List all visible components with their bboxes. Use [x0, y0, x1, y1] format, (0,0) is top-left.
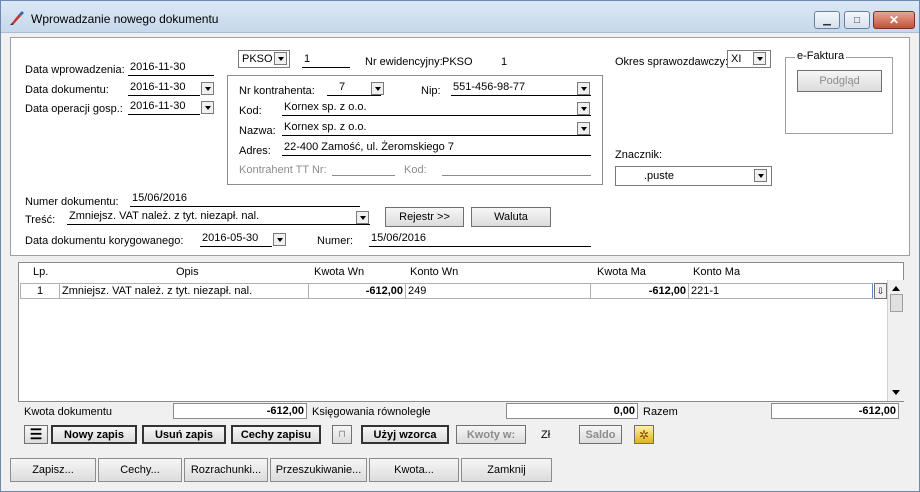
currency-label: Zł: [541, 429, 551, 441]
cell-edit-icon[interactable]: ⇩: [874, 283, 887, 299]
tt-kod-field[interactable]: [442, 161, 591, 176]
cechy-zapisu-button[interactable]: Cechy zapisu: [231, 425, 321, 444]
znacznik-select[interactable]: .puste: [615, 166, 772, 186]
close-button[interactable]: ✕: [873, 11, 915, 29]
data-korygowanego-label: Data dokumentu korygowanego:: [25, 235, 184, 247]
nr-kontrahenta-dropdown[interactable]: [371, 82, 384, 95]
nip-field[interactable]: 551-456-98-77: [451, 81, 591, 96]
podglad-button[interactable]: Podgląd: [797, 70, 882, 92]
tt-kod-label: Kod:: [404, 164, 427, 176]
cell-opis[interactable]: Zmniejsz. VAT należ. z tyt. niezapł. nal…: [60, 283, 309, 299]
kod-dropdown[interactable]: [577, 102, 590, 115]
column-lp: Lp.: [33, 266, 49, 278]
nazwa-field[interactable]: Kornex sp. z o.o.: [282, 121, 591, 136]
nip-dropdown[interactable]: [577, 82, 590, 95]
grid-scrollbar[interactable]: [887, 280, 904, 401]
cell-konto-wn[interactable]: 249: [406, 283, 591, 299]
razem-label: Razem: [643, 406, 678, 418]
column-opis: Opis: [176, 266, 199, 278]
saldo-button[interactable]: Saldo: [579, 425, 622, 444]
nr-kontrahenta-label: Nr kontrahenta:: [239, 85, 315, 97]
adres-label: Adres:: [239, 145, 271, 157]
rozrachunki-button[interactable]: Rozrachunki...: [184, 458, 268, 482]
razem-value: -612,00: [771, 403, 899, 419]
zapisz-button[interactable]: Zapisz...: [10, 458, 96, 482]
nr-ewidencyjny-value: 1: [501, 56, 508, 68]
data-operacji-label: Data operacji gosp.:: [25, 103, 123, 115]
data-dokumentu-dropdown[interactable]: [201, 82, 214, 95]
data-operacji-dropdown[interactable]: [201, 101, 214, 114]
tresc-dropdown[interactable]: [356, 211, 369, 224]
rejestr-number-field[interactable]: 1: [302, 53, 350, 68]
column-kwota-wn: Kwota Wn: [314, 266, 365, 278]
efaktura-label: e-Faktura: [795, 50, 847, 62]
okres-dropdown[interactable]: [753, 52, 766, 65]
data-wprowadzenia-label: Data wprowadzenia:: [25, 64, 125, 76]
uzyj-wzorca-button[interactable]: Użyj wzorca: [361, 425, 449, 444]
kwota-dokumentu-value: -612,00: [173, 403, 307, 419]
cell-kwota-wn[interactable]: -612,00: [309, 283, 406, 299]
numer-dokumentu-field[interactable]: 15/06/2016: [130, 192, 360, 207]
scroll-up-icon[interactable]: [892, 286, 900, 291]
numer-field[interactable]: 15/06/2016: [369, 232, 591, 247]
cechy-button[interactable]: Cechy...: [98, 458, 182, 482]
adres-field[interactable]: 22-400 Zamość, ul. Żeromskiego 7: [282, 141, 591, 156]
maximize-button[interactable]: □: [844, 11, 870, 29]
kwota-dokumentu-label: Kwota dokumentu: [24, 406, 113, 418]
app-icon: [10, 11, 24, 25]
rejestr-dropdown[interactable]: [274, 52, 287, 65]
cell-konto-ma[interactable]: 221-1: [689, 283, 873, 299]
kontrahent-tt-field[interactable]: [332, 161, 395, 176]
window-title: Wprowadzanie nowego dokumentu: [31, 12, 219, 26]
lock-icon[interactable]: ⊓: [332, 425, 352, 444]
column-kwota-ma: Kwota Ma: [597, 266, 646, 278]
data-dokumentu-field[interactable]: 2016-11-30: [128, 81, 200, 96]
minimize-button[interactable]: ▁: [814, 11, 840, 29]
kontrahent-tt-label: Kontrahent TT Nr:: [239, 164, 327, 176]
nip-label: Nip:: [421, 85, 441, 97]
data-korygowanego-field[interactable]: 2016-05-30: [200, 232, 272, 247]
main-window: Wprowadzanie nowego dokumentu ▁ □ ✕ Data…: [0, 0, 920, 492]
znacznik-label: Znacznik:: [615, 149, 663, 161]
title-bar: Wprowadzanie nowego dokumentu ▁ □ ✕: [1, 1, 919, 33]
ksiegowania-label: Księgowania równoległe: [312, 406, 431, 418]
kwoty-w-button[interactable]: Kwoty w:: [456, 425, 526, 444]
cell-kwota-ma[interactable]: -612,00: [591, 283, 689, 299]
settings-gear-icon[interactable]: ✲: [634, 425, 654, 444]
cell-lp[interactable]: 1: [20, 283, 60, 299]
efaktura-group: [785, 57, 893, 134]
przeszukiwanie-button[interactable]: Przeszukiwanie...: [270, 458, 367, 482]
scroll-down-icon[interactable]: [892, 390, 900, 395]
rejestr-button[interactable]: Rejestr >>: [385, 207, 464, 227]
column-konto-ma: Konto Ma: [693, 266, 741, 278]
nr-ewidencyjny-rejestr: PKSO: [442, 56, 473, 68]
data-dokumentu-label: Data dokumentu:: [25, 84, 109, 96]
okres-label: Okres sprawozdawczy:: [615, 56, 729, 68]
nazwa-label: Nazwa:: [239, 125, 276, 137]
zamknij-button[interactable]: Zamknij: [461, 458, 552, 482]
kod-label: Kod:: [239, 105, 262, 117]
kod-field[interactable]: Kornex sp. z o.o.: [282, 101, 591, 116]
numer-label: Numer:: [317, 235, 354, 247]
ksiegowania-value: 0,00: [506, 403, 638, 419]
nowy-zapis-button[interactable]: Nowy zapis: [51, 425, 137, 444]
kwota-button[interactable]: Kwota...: [369, 458, 459, 482]
data-wprowadzenia-field[interactable]: 2016-11-30: [128, 61, 214, 76]
nazwa-dropdown[interactable]: [577, 122, 590, 135]
tresc-field[interactable]: Zmniejsz. VAT należ. z tyt. niezapł. nal…: [67, 210, 370, 225]
tresc-label: Treść:: [25, 214, 56, 226]
znacznik-dropdown[interactable]: [754, 169, 767, 182]
column-konto-wn: Konto Wn: [410, 266, 459, 278]
numer-dokumentu-label: Numer dokumentu:: [25, 196, 119, 208]
data-korygowanego-dropdown[interactable]: [273, 233, 286, 246]
scroll-thumb[interactable]: [890, 294, 903, 312]
usun-zapis-button[interactable]: Usuń zapis: [142, 425, 226, 444]
data-operacji-field[interactable]: 2016-11-30: [128, 100, 200, 115]
menu-icon[interactable]: ☰: [24, 425, 48, 444]
nr-ewidencyjny-label: Nr ewidencyjny:: [365, 56, 443, 68]
waluta-button[interactable]: Waluta: [471, 207, 551, 227]
